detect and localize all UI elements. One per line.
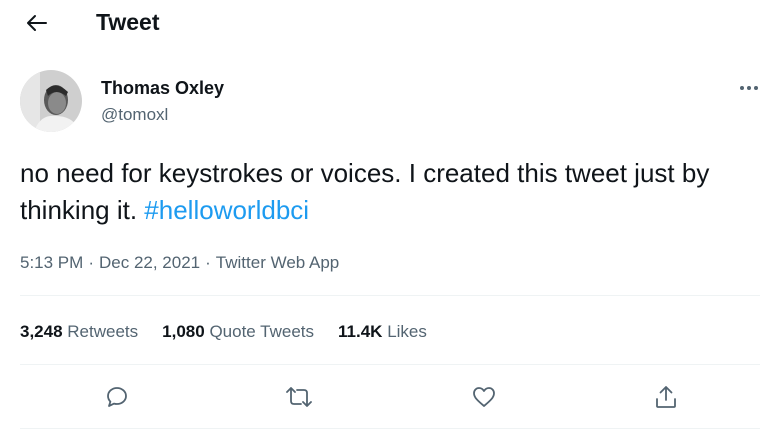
hashtag-link[interactable]: #helloworldbci [144,195,309,225]
tweet-body: no need for keystrokes or voices. I crea… [20,158,710,225]
quote-tweets-label: Quote Tweets [209,322,315,341]
meta-separator: · [205,253,211,272]
divider [20,295,760,296]
likes-stat[interactable]: 11.4K Likes [338,320,427,344]
more-options-button[interactable] [733,76,765,100]
likes-label: Likes [387,322,427,341]
avatar[interactable] [20,70,82,132]
tweet-text: no need for keystrokes or voices. I crea… [20,155,760,229]
author-handle[interactable]: @tomoxl [101,104,168,126]
retweets-count: 3,248 [20,322,63,341]
retweet-button[interactable] [282,380,316,414]
author-name[interactable]: Thomas Oxley [101,76,224,100]
tweet-meta: 5:13 PM · Dec 22, 2021 · Twitter Web App [20,251,339,275]
page-title: Tweet [96,9,160,35]
quote-tweets-count: 1,080 [162,322,205,341]
share-button[interactable] [649,380,683,414]
tweet-source[interactable]: Twitter Web App [216,253,339,272]
meta-separator: · [88,253,94,272]
retweet-icon [286,386,312,408]
arrow-left-icon [26,14,48,32]
reply-icon [106,386,128,408]
reply-button[interactable] [100,380,134,414]
divider [20,428,760,429]
divider [20,364,760,365]
engagement-stats: 3,248 Retweets 1,080 Quote Tweets 11.4K … [20,320,451,344]
quote-tweets-stat[interactable]: 1,080 Quote Tweets [162,320,314,344]
retweets-stat[interactable]: 3,248 Retweets [20,320,138,344]
tweet-time[interactable]: 5:13 PM [20,253,83,272]
retweets-label: Retweets [67,322,139,341]
likes-count: 11.4K [338,322,383,341]
more-dots-icon [739,85,759,91]
back-button[interactable] [18,6,56,40]
like-button[interactable] [467,380,501,414]
share-icon [655,385,677,409]
heart-icon [472,386,496,408]
tweet-date[interactable]: Dec 22, 2021 [99,253,200,272]
